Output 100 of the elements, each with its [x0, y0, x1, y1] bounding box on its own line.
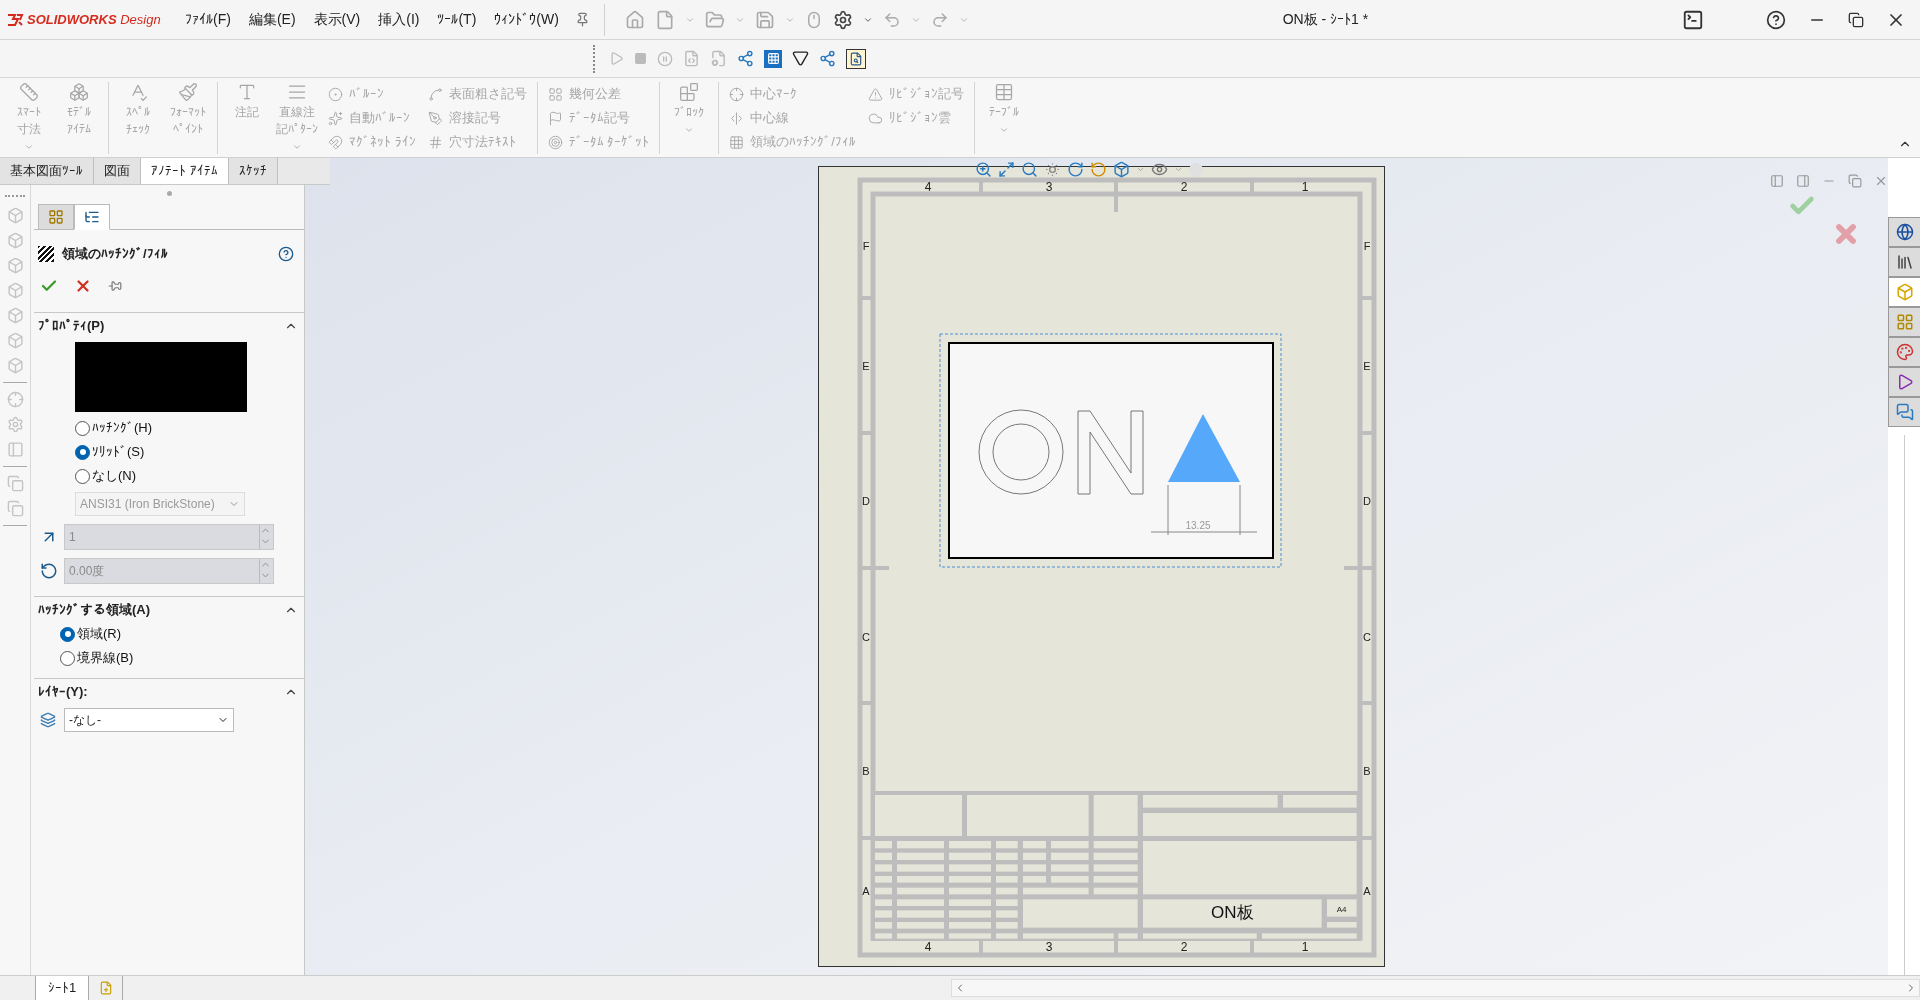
- ruler-icon: [19, 82, 39, 102]
- save-icon[interactable]: [754, 9, 775, 30]
- cube-icon: [1895, 283, 1914, 301]
- macro-settings-icon[interactable]: [710, 50, 727, 67]
- stop-icon[interactable]: [634, 52, 647, 65]
- cancel-icon[interactable]: [74, 277, 92, 295]
- task-pane-tab[interactable]: [1888, 277, 1920, 307]
- task-pane-tab[interactable]: [1888, 397, 1920, 427]
- sheet-size: A4: [1336, 904, 1347, 914]
- section-title: ﾚｲﾔｰ(Y):: [38, 682, 88, 701]
- radio-option[interactable]: 領域(R): [60, 622, 304, 646]
- cube-icon[interactable]: [6, 232, 24, 249]
- flashlight-icon[interactable]: [1044, 161, 1061, 178]
- caret-icon: [684, 125, 695, 135]
- tile-right-icon[interactable]: [1796, 174, 1810, 188]
- rotate-icon[interactable]: [1067, 161, 1084, 178]
- globe-icon: [1895, 223, 1914, 241]
- menu-item[interactable]: ﾂｰﾙ(T): [437, 9, 477, 30]
- cube-icon[interactable]: [6, 357, 24, 374]
- cube-icon[interactable]: [6, 332, 24, 349]
- zone-label: A: [1363, 885, 1371, 897]
- eye-icon[interactable]: [1151, 161, 1168, 178]
- zone-label: 2: [1180, 180, 1188, 194]
- menu-item[interactable]: 表示(V): [313, 9, 361, 30]
- cube-icon[interactable]: [6, 207, 24, 224]
- command-tab[interactable]: ｱﾉﾃｰﾄ ｱｲﾃﾑ: [141, 158, 229, 184]
- property-list-icon: [84, 209, 100, 225]
- redraw-icon[interactable]: [1090, 161, 1107, 178]
- task-pane-tab[interactable]: [1888, 247, 1920, 277]
- zone-label: E: [1363, 360, 1371, 372]
- panel-tab[interactable]: [38, 204, 74, 230]
- undo-icon[interactable]: [882, 10, 901, 29]
- copy-icon[interactable]: [6, 475, 24, 492]
- grid-tool-icon[interactable]: [764, 49, 782, 68]
- macro-file-icon[interactable]: [683, 50, 700, 67]
- dimension-value: 13.25: [1185, 520, 1211, 531]
- restore-icon[interactable]: [1848, 11, 1864, 28]
- crosshair-icon[interactable]: [6, 391, 24, 408]
- menu-item[interactable]: 挿入(I): [378, 9, 420, 30]
- redo-icon[interactable]: [930, 10, 949, 29]
- zoom-area-icon[interactable]: [998, 161, 1015, 178]
- menu-item[interactable]: ﾌｧｲﾙ(F): [185, 9, 231, 30]
- horizontal-scrollbar[interactable]: [951, 979, 1920, 997]
- caret-icon: [998, 125, 1009, 135]
- panel-icon[interactable]: [6, 441, 24, 458]
- target-icon: [547, 134, 563, 150]
- cube-icon[interactable]: [6, 307, 24, 324]
- file-search-icon[interactable]: [846, 48, 866, 69]
- menu-item[interactable]: ｳｨﾝﾄﾞｳ(W): [494, 9, 559, 30]
- task-pane-tab[interactable]: [1888, 337, 1920, 367]
- share-icon[interactable]: [819, 50, 836, 67]
- task-pane-tab[interactable]: [1888, 367, 1920, 397]
- play-icon[interactable]: [609, 51, 624, 66]
- boxes-icon: [69, 82, 89, 102]
- triangle-icon[interactable]: [792, 50, 809, 67]
- pause-icon[interactable]: [657, 50, 673, 67]
- zone-label: B: [862, 765, 870, 777]
- zone-label: C: [862, 631, 870, 643]
- sheet-tab[interactable]: ｼｰﾄ1: [35, 976, 90, 1000]
- tile-left-icon[interactable]: [1770, 174, 1784, 188]
- task-pane-tab[interactable]: [1888, 217, 1920, 247]
- zone-label: 3: [1045, 940, 1053, 954]
- share-icon[interactable]: [737, 50, 754, 67]
- crosshair-icon: [729, 86, 745, 102]
- caret-icon[interactable]: [1136, 165, 1145, 174]
- command-tab[interactable]: 図面: [94, 158, 141, 184]
- radio-option[interactable]: なし(N): [75, 464, 294, 488]
- command-tab[interactable]: ｽｹｯﾁ: [228, 158, 278, 184]
- section-title: ﾌﾟﾛﾊﾟﾃｨ(P): [38, 316, 105, 335]
- zone-label: 2: [1180, 940, 1188, 954]
- layer-dropdown[interactable]: -なし-: [64, 708, 234, 732]
- radio-option[interactable]: ﾊｯﾁﾝｸﾞ(H): [75, 416, 294, 440]
- settings-icon[interactable]: [832, 9, 853, 30]
- zoom-previous-icon[interactable]: [1021, 161, 1038, 178]
- tree-view-icon: [48, 209, 64, 225]
- menu-item[interactable]: 編集(E): [248, 9, 296, 30]
- view-cube-icon[interactable]: [1113, 161, 1130, 178]
- radio-option[interactable]: 境界線(B): [60, 646, 304, 670]
- panel-tab[interactable]: [74, 204, 110, 230]
- zoom-fit-icon[interactable]: [975, 161, 992, 178]
- layout-icon: [1895, 313, 1914, 331]
- open-folder-icon[interactable]: [704, 9, 725, 30]
- help-icon[interactable]: [1766, 9, 1786, 30]
- zone-label: F: [862, 240, 870, 252]
- cube-icon[interactable]: [6, 257, 24, 274]
- copy-icon[interactable]: [6, 500, 24, 517]
- terminal-icon[interactable]: [1682, 8, 1704, 31]
- pin-icon[interactable]: [574, 12, 590, 27]
- caret-icon[interactable]: [1174, 165, 1183, 174]
- zone-label: F: [1363, 240, 1371, 252]
- pin-icon[interactable]: [108, 279, 122, 293]
- command-tab[interactable]: 基本図面ﾂｰﾙ: [0, 158, 94, 184]
- books-icon: [1895, 253, 1914, 271]
- radio-option[interactable]: ｿﾘｯﾄﾞ(S): [75, 440, 294, 464]
- triangle-shape: [1168, 414, 1240, 482]
- zone-label: B: [1363, 765, 1371, 777]
- help-icon[interactable]: [278, 246, 294, 262]
- zone-label: 3: [1045, 180, 1053, 194]
- cube-icon[interactable]: [6, 282, 24, 299]
- home-icon[interactable]: [624, 9, 645, 30]
